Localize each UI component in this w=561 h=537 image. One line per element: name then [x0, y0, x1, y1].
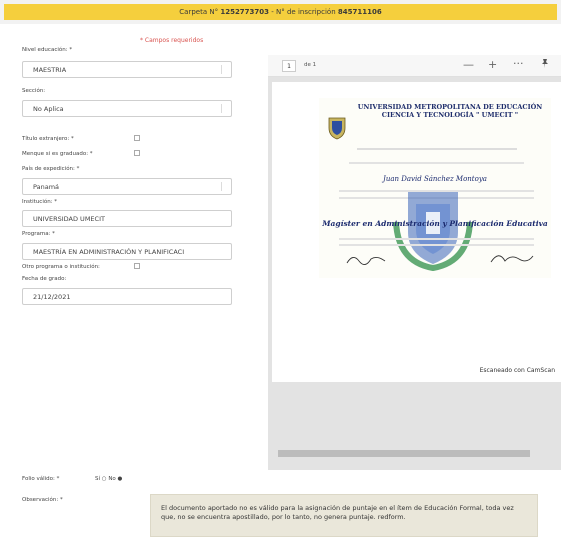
pais-select[interactable]: Panamá	[22, 178, 232, 195]
otro-programa-checkbox[interactable]	[134, 263, 140, 269]
carpeta-banner: Carpeta N° 1252773703 - N° de inscripció…	[4, 4, 557, 20]
plus-icon[interactable]: +	[488, 58, 497, 71]
diploma-image: UNIVERSIDAD METROPOLITANA DE EDUCACIÓN C…	[319, 98, 551, 278]
horizontal-scrollbar[interactable]	[278, 450, 530, 457]
folio-label: Folio válido: *	[22, 476, 60, 482]
graduado-label: Menque si es graduado: *	[22, 151, 93, 157]
observacion-label: Observación: *	[22, 497, 63, 503]
required-fields-note: * Campos requeridos	[140, 37, 204, 44]
pais-value: Panamá	[33, 182, 60, 191]
signature-left	[346, 256, 386, 265]
text-line	[339, 238, 534, 240]
certificate-title-line2: CIENCIA Y TECNOLOGÍA " UMECIT "	[381, 111, 519, 120]
fecha-value: 21/12/2021	[33, 292, 71, 301]
programa-value: MAESTRÍA EN ADMINISTRACIÓN Y PLANIFICACI	[33, 247, 185, 256]
scanned-watermark: Escaneado con CamScan	[479, 367, 555, 374]
institucion-label: Institución: *	[22, 199, 58, 205]
institucion-field[interactable]: UNIVERSIDAD UMECIT	[22, 210, 232, 227]
nivel-label: Nivel educación: *	[22, 47, 73, 53]
fecha-label: Fecha de grado:	[22, 276, 67, 282]
degree-title: Magíster en Administración y Planificaci…	[322, 219, 548, 228]
university-crest-icon	[328, 117, 346, 140]
certificate-title-line1: UNIVERSIDAD METROPOLITANA DE EDUCACIÓN	[357, 103, 543, 111]
folio-radio-group[interactable]: Sí ○ No ●	[95, 476, 122, 482]
seccion-value: No Aplica	[33, 104, 64, 113]
dropdown-icon	[221, 65, 227, 74]
pin-icon[interactable]	[540, 58, 550, 71]
programa-label: Programa: *	[22, 231, 55, 237]
dropdown-icon	[221, 104, 227, 113]
text-line	[339, 244, 534, 246]
titulo-extranjero-checkbox[interactable]	[134, 135, 140, 141]
banner-middle: - N° de inscripción	[271, 8, 336, 16]
header-bar: Carpeta N° 1252773703 - N° de inscripció…	[0, 0, 561, 24]
seccion-label: Sección:	[22, 88, 46, 94]
banner-prefix: Carpeta N°	[179, 8, 219, 16]
pdf-toolbar: 1 de 1 — + ···	[268, 55, 561, 77]
seccion-select[interactable]: No Aplica	[22, 100, 232, 117]
dropdown-icon	[221, 182, 227, 191]
otro-programa-label: Otro programa o institución:	[22, 264, 100, 270]
signature-right	[490, 255, 534, 263]
graduado-checkbox[interactable]	[134, 150, 140, 156]
page-number-input[interactable]: 1	[282, 60, 296, 72]
programa-field[interactable]: MAESTRÍA EN ADMINISTRACIÓN Y PLANIFICACI	[22, 243, 232, 260]
text-line	[357, 148, 517, 150]
institucion-value: UNIVERSIDAD UMECIT	[33, 214, 105, 223]
certificate-title: UNIVERSIDAD METROPOLITANA DE EDUCACIÓN C…	[355, 103, 545, 119]
pdf-viewer: 1 de 1 — + ··· UNIVERSIDAD METROPOLITANA…	[268, 55, 561, 470]
fecha-field[interactable]: 21/12/2021	[22, 288, 232, 305]
pdf-page: UNIVERSIDAD METROPOLITANA DE EDUCACIÓN C…	[272, 82, 561, 382]
carpeta-number: 1252773703	[220, 8, 270, 16]
nivel-select[interactable]: MAESTRIA	[22, 61, 232, 78]
observacion-textarea[interactable]: El documento aportado no es válido para …	[150, 494, 538, 537]
page-count: de 1	[304, 62, 317, 68]
minus-icon[interactable]: —	[463, 58, 474, 71]
pais-label: País de expedición: *	[22, 166, 80, 172]
text-line	[349, 162, 524, 164]
more-icon[interactable]: ···	[513, 57, 524, 70]
inscripcion-number: 845711106	[337, 8, 382, 16]
nivel-value: MAESTRIA	[33, 65, 67, 74]
titulo-extranjero-label: Título extranjero: *	[22, 136, 74, 142]
